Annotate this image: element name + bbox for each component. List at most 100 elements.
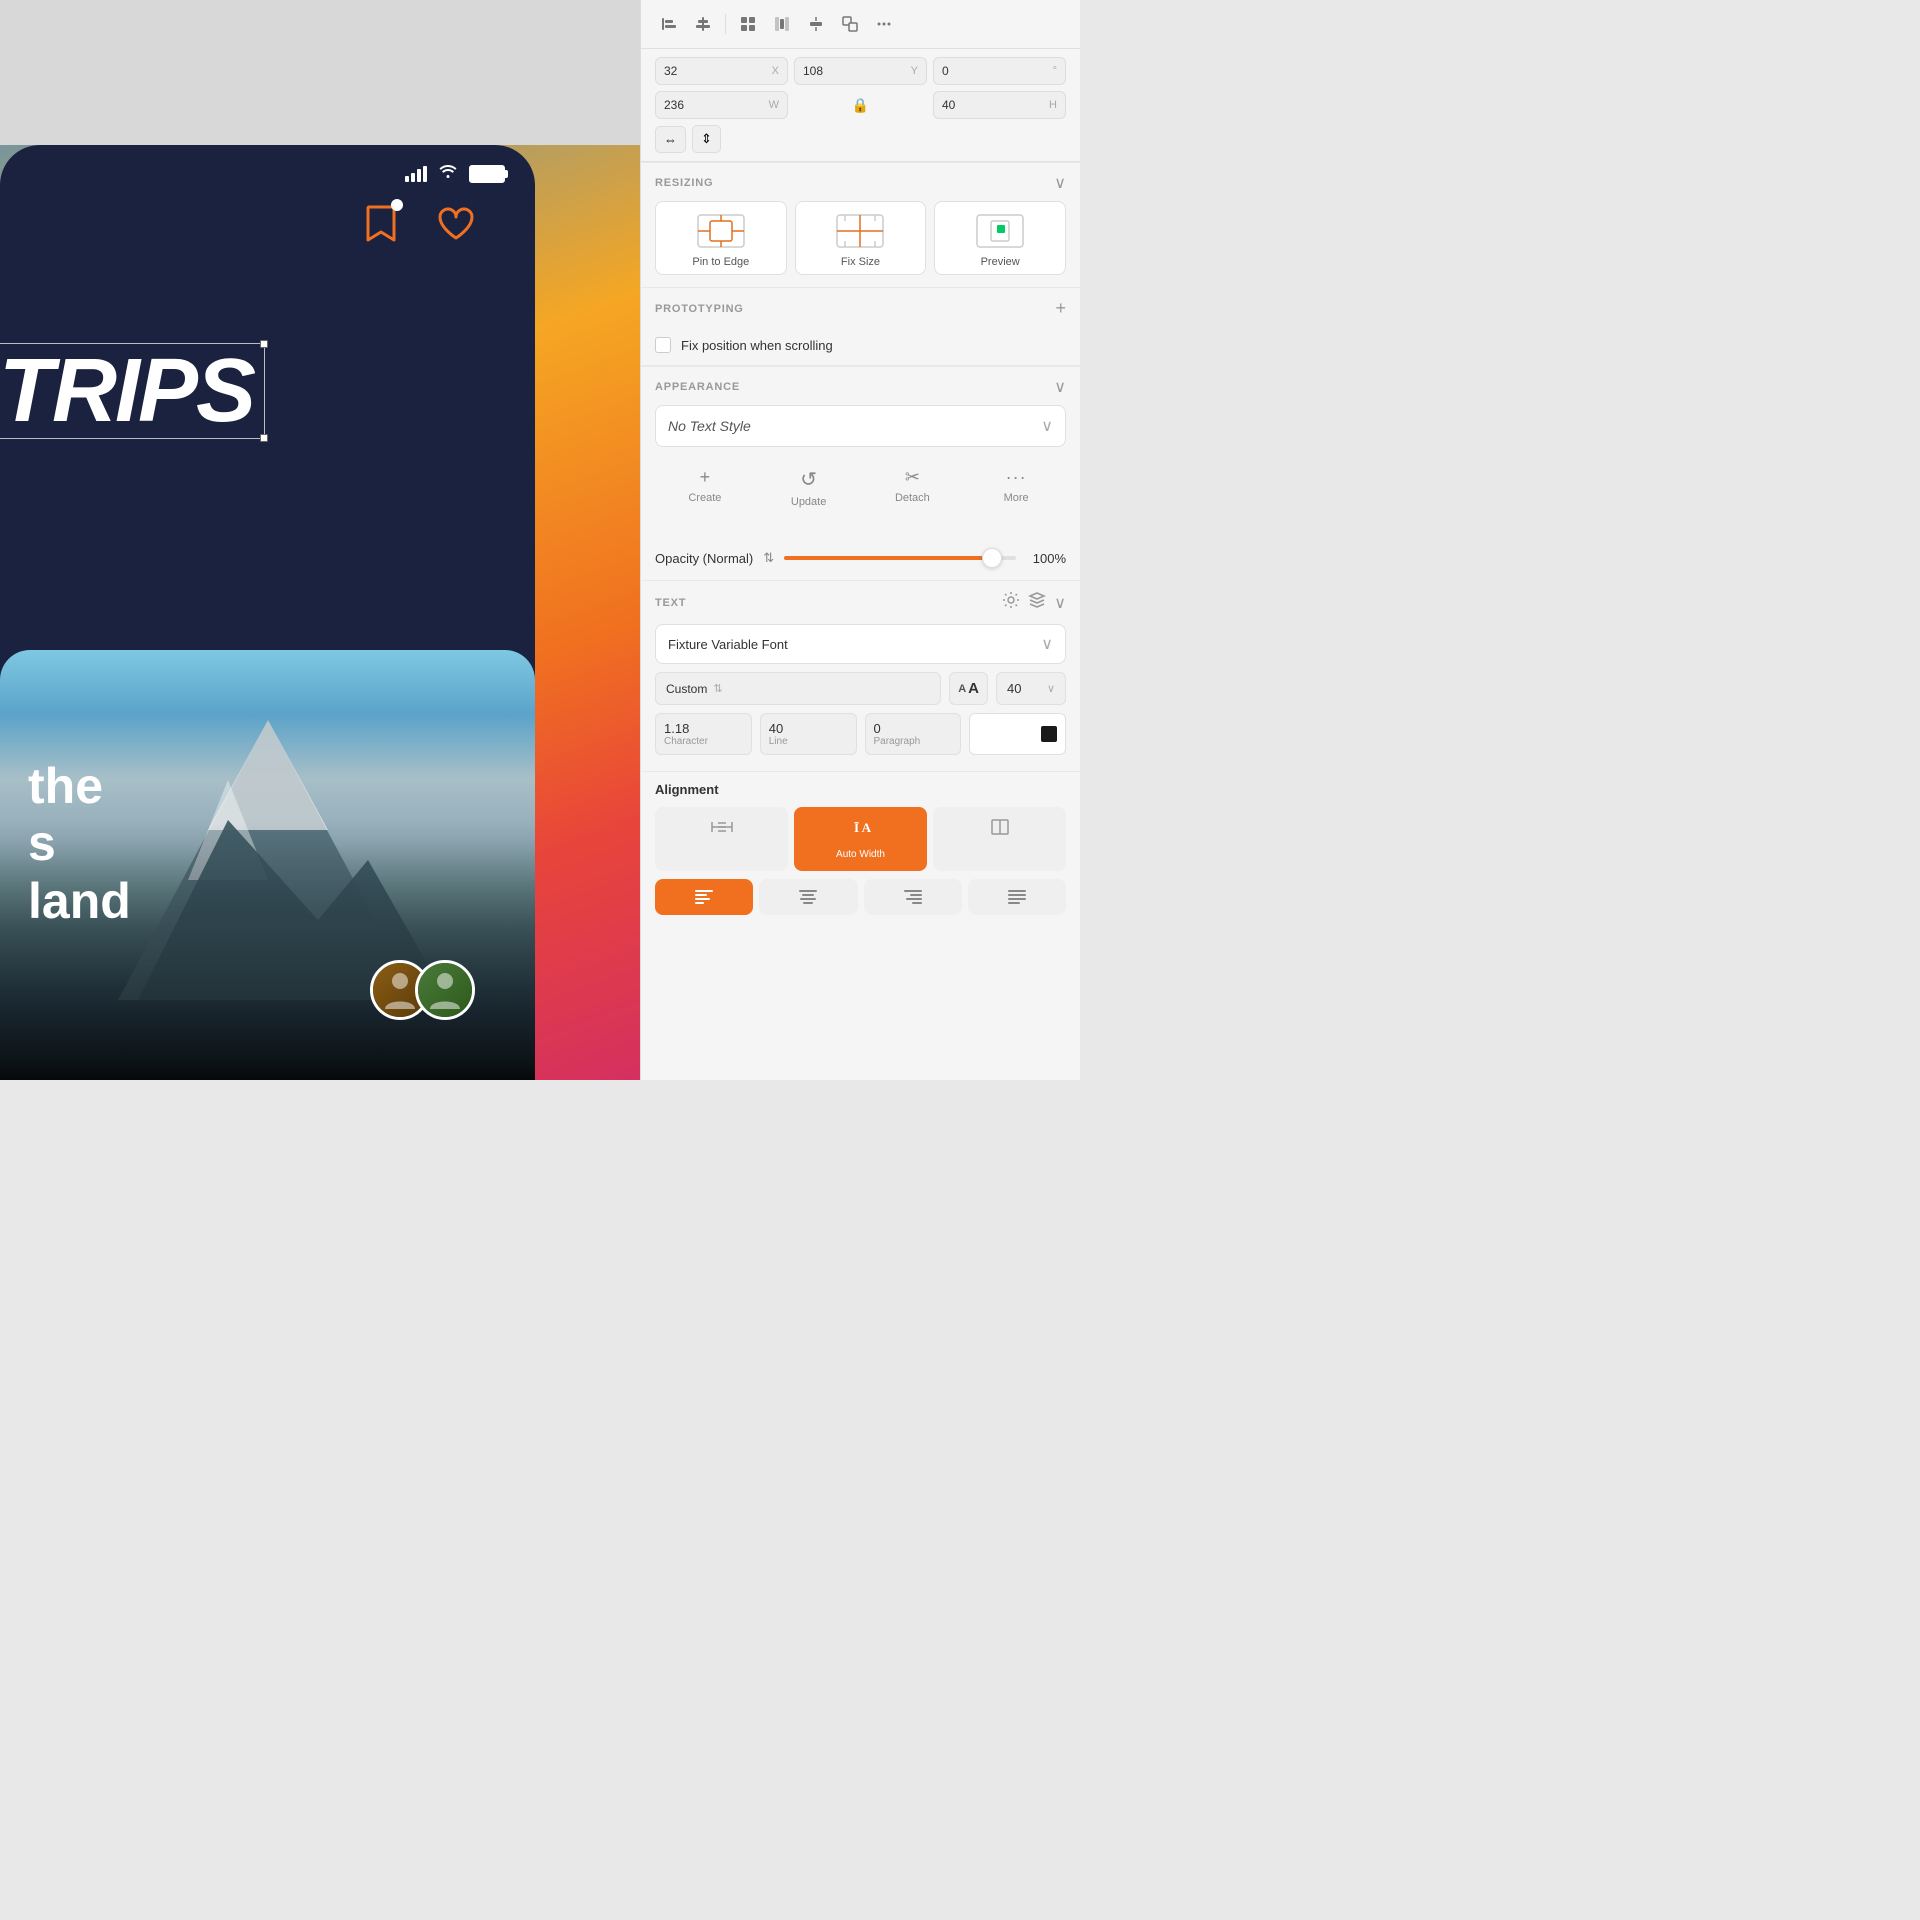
update-icon: ↺ (800, 467, 817, 492)
opacity-thumb (982, 548, 1002, 568)
weight-stepper-icon: ⇅ (713, 682, 722, 695)
text-layers-icon[interactable] (1028, 591, 1046, 614)
opacity-toggle-icon[interactable]: ⇅ (763, 550, 774, 566)
more-style-action[interactable]: ··· More (966, 459, 1066, 516)
prototyping-section: PROTOTYPING + (641, 287, 1080, 329)
font-name: Fixture Variable Font (668, 637, 788, 652)
bookmark-dot (391, 199, 403, 211)
fix-position-checkbox[interactable] (655, 337, 671, 353)
character-spacing-label: Character (664, 736, 743, 747)
width-options-row: Ī A Auto Width (655, 807, 1066, 871)
character-spacing-input[interactable]: 1.18 Character (655, 713, 752, 755)
text-header-icons: ∨ (1002, 591, 1066, 614)
paragraph-spacing-input[interactable]: 0 Paragraph (865, 713, 962, 755)
align-center-text-option[interactable] (759, 879, 857, 915)
action-icons (365, 205, 475, 248)
font-size-toggle-icon[interactable]: A A (949, 672, 988, 705)
fixed-width-icon (710, 818, 734, 841)
more-icon[interactable] (870, 10, 898, 38)
create-style-action[interactable]: + Create (655, 459, 755, 516)
font-weight-value: Custom (666, 682, 707, 696)
spacing-icon[interactable] (802, 10, 830, 38)
avatar-group (370, 960, 475, 1020)
arrange-icon[interactable] (836, 10, 864, 38)
fixed-width-option[interactable] (655, 807, 788, 871)
rotation-input[interactable]: 0 ° (933, 57, 1066, 85)
fix-position-row: Fix position when scrolling (641, 329, 1080, 366)
text-align-row (655, 879, 1066, 915)
pin-to-edge-option[interactable]: Pin to Edge (655, 201, 787, 275)
create-label: Create (688, 492, 721, 504)
appearance-section-header: APPEARANCE ∨ (641, 366, 1080, 405)
text-style-chevron-icon: ∨ (1041, 416, 1053, 436)
x-input[interactable]: 32 X (655, 57, 788, 85)
resizing-section-header: RESIZING ∨ (641, 162, 1080, 201)
auto-width-option[interactable]: Ī A Auto Width (794, 807, 927, 871)
wifi-icon (437, 163, 459, 184)
grid-icon[interactable] (734, 10, 762, 38)
flip-v-icon[interactable]: ⇕ (692, 125, 721, 153)
line-spacing-input[interactable]: 40 Line (760, 713, 857, 755)
opacity-label: Opacity (Normal) (655, 551, 753, 566)
detach-icon: ✂ (905, 467, 920, 488)
font-chevron-icon: ∨ (1041, 634, 1053, 654)
appearance-title: APPEARANCE (655, 381, 740, 393)
aa-large: A (968, 680, 979, 697)
detach-style-action[interactable]: ✂ Detach (863, 459, 963, 516)
appearance-chevron[interactable]: ∨ (1054, 377, 1066, 397)
auto-width-label: Auto Width (836, 849, 885, 860)
text-color-swatch[interactable] (969, 713, 1066, 755)
auto-width-icon: Ī A (847, 818, 875, 843)
fixed-height-option[interactable] (933, 807, 1066, 871)
heart-icon (437, 206, 475, 247)
fix-size-icon (835, 212, 885, 250)
text-style-dropdown[interactable]: No Text Style ∨ (655, 405, 1066, 447)
align-left-text-option[interactable] (655, 879, 753, 915)
font-size-input[interactable]: 40 ∨ (996, 672, 1066, 705)
y-input[interactable]: 108 Y (794, 57, 927, 85)
appearance-content: No Text Style ∨ + Create ↺ Update ✂ Deta… (641, 405, 1080, 540)
align-justify-text-option[interactable] (968, 879, 1066, 915)
pin-to-edge-icon (696, 212, 746, 250)
align-left-icon[interactable] (655, 10, 683, 38)
update-style-action[interactable]: ↺ Update (759, 459, 859, 516)
coordinates-block: 32 X 108 Y 0 ° 236 W 🔒 40 H (641, 49, 1080, 162)
font-size-value: 40 (1007, 681, 1021, 696)
opacity-row: Opacity (Normal) ⇅ 100% (641, 540, 1080, 581)
line-spacing-value: 40 (769, 721, 848, 736)
pin-to-edge-label: Pin to Edge (692, 256, 749, 268)
more-dots-icon: ··· (1006, 467, 1027, 488)
mobile-frame: TRIPS the s land (0, 145, 535, 1080)
flip-h-icon[interactable]: ⇔ (655, 126, 686, 153)
align-center-icon[interactable] (689, 10, 717, 38)
resizing-chevron[interactable]: ∨ (1054, 173, 1066, 193)
align-right-text-option[interactable] (864, 879, 962, 915)
text-settings-icon[interactable] (1002, 591, 1020, 614)
divider (725, 14, 726, 34)
prototyping-add-icon[interactable]: + (1055, 298, 1066, 319)
signal-bars-icon (405, 166, 427, 182)
fix-position-label: Fix position when scrolling (681, 338, 833, 353)
avatar-2 (415, 960, 475, 1020)
lock-aspect-icon[interactable]: 🔒 (852, 97, 869, 114)
fix-size-option[interactable]: Fix Size (795, 201, 927, 275)
paragraph-spacing-label: Paragraph (874, 736, 953, 747)
fixed-height-icon (988, 818, 1012, 841)
text-expand-icon[interactable]: ∨ (1054, 593, 1066, 613)
preview-option[interactable]: Preview (934, 201, 1066, 275)
properties-panel: 32 X 108 Y 0 ° 236 W 🔒 40 H (640, 0, 1080, 1080)
update-label: Update (791, 496, 826, 508)
size-chevron-icon: ∨ (1047, 682, 1055, 695)
w-input[interactable]: 236 W (655, 91, 788, 119)
mountain-photo: the s land (0, 650, 535, 1080)
font-dropdown[interactable]: Fixture Variable Font ∨ (655, 624, 1066, 664)
font-weight-row: Custom ⇅ A A 40 ∨ (655, 672, 1066, 705)
opacity-slider[interactable] (784, 548, 1016, 568)
font-weight-dropdown[interactable]: Custom ⇅ (655, 672, 941, 705)
resizing-options: Pin to Edge Fix Size (641, 201, 1080, 287)
character-spacing-value: 1.18 (664, 721, 743, 736)
h-input[interactable]: 40 H (933, 91, 1066, 119)
preview-label: Preview (981, 256, 1020, 268)
resizing-title: RESIZING (655, 177, 713, 189)
distribute-icon[interactable] (768, 10, 796, 38)
